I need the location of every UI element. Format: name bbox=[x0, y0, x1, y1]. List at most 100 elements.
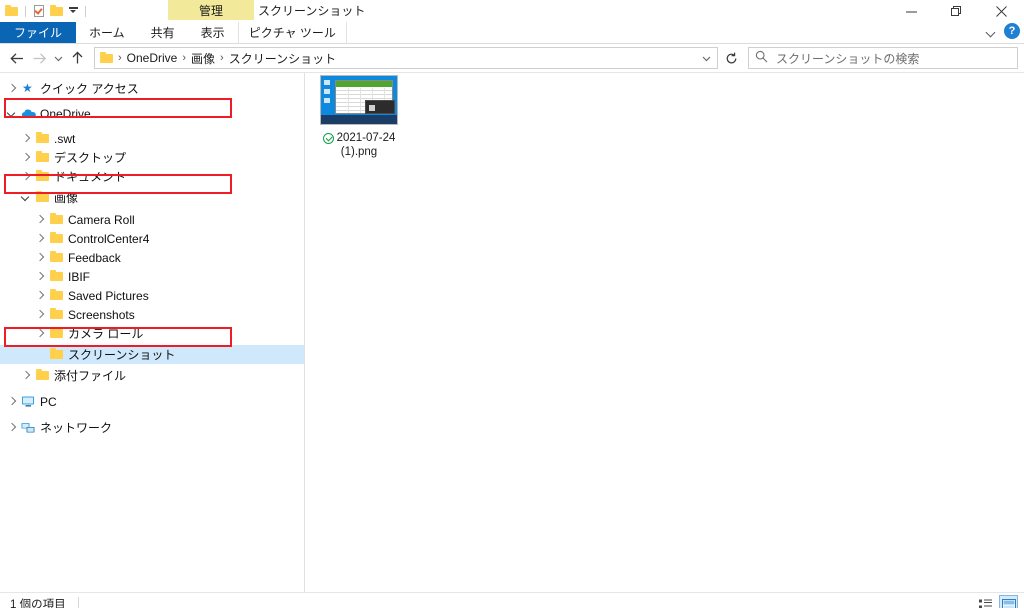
recent-locations-button[interactable] bbox=[50, 47, 66, 69]
sidebar-item-ibif[interactable]: IBIF bbox=[0, 267, 304, 286]
search-input-placeholder[interactable]: スクリーンショットの検索 bbox=[776, 50, 919, 67]
close-button[interactable] bbox=[979, 0, 1024, 22]
folder-icon bbox=[48, 305, 66, 324]
file-list-pane[interactable]: 2021-07-24 (1).png bbox=[305, 73, 1024, 593]
expand-chevron-icon[interactable] bbox=[4, 79, 20, 98]
breadcrumb-separator-0: › bbox=[118, 52, 122, 64]
new-folder-icon[interactable] bbox=[49, 3, 65, 19]
expand-chevron-icon[interactable] bbox=[32, 286, 48, 305]
sidebar-item-screenshots-jp[interactable]: スクリーンショット bbox=[0, 345, 304, 364]
forward-button[interactable] bbox=[28, 47, 50, 69]
sidebar-item-network[interactable]: ネットワーク bbox=[0, 418, 304, 437]
folder-icon bbox=[48, 345, 66, 364]
address-bar[interactable]: › OneDrive › 画像 › スクリーンショット bbox=[94, 47, 718, 69]
cloud-icon bbox=[20, 104, 38, 123]
refresh-button[interactable] bbox=[718, 47, 744, 69]
ribbon-right-controls: ? bbox=[984, 23, 1020, 39]
breadcrumb-pictures[interactable]: 画像 bbox=[188, 50, 218, 67]
window-controls bbox=[889, 0, 1024, 22]
sidebar-item-quick-access[interactable]: ★ クイック アクセス bbox=[0, 79, 304, 98]
address-dropdown-icon[interactable] bbox=[698, 48, 714, 68]
expand-chevron-icon[interactable] bbox=[18, 148, 34, 167]
sidebar-item-label: デスクトップ bbox=[54, 151, 127, 165]
chevron-down-icon[interactable] bbox=[984, 24, 998, 38]
collapse-chevron-icon[interactable] bbox=[18, 188, 34, 207]
star-icon: ★ bbox=[22, 81, 33, 95]
sidebar-item-controlcenter4[interactable]: ControlCenter4 bbox=[0, 229, 304, 248]
file-explorer-window: 管理 スクリーンショット ファイル ホーム 共有 表示 ピクチャ ツール ? ›… bbox=[0, 0, 1024, 608]
sidebar-item-documents[interactable]: ドキュメント bbox=[0, 167, 304, 186]
tab-home[interactable]: ホーム bbox=[76, 22, 138, 43]
collapse-chevron-icon[interactable] bbox=[4, 104, 20, 123]
sidebar-item-pictures[interactable]: 画像 bbox=[0, 188, 304, 207]
quick-access-toolbar bbox=[0, 0, 89, 22]
no-chevron-spacer bbox=[32, 345, 48, 364]
sidebar-item-camera-roll-jp[interactable]: カメラ ロール bbox=[0, 324, 304, 343]
sidebar-item-camera-roll-en[interactable]: Camera Roll bbox=[0, 210, 304, 229]
folder-icon bbox=[34, 148, 52, 167]
properties-icon[interactable] bbox=[31, 3, 47, 19]
minimize-button[interactable] bbox=[889, 0, 934, 22]
expand-chevron-icon[interactable] bbox=[32, 229, 48, 248]
navigation-pane[interactable]: ★ クイック アクセス OneDrive .swt デスクトップ ドキュメント … bbox=[0, 73, 305, 593]
expand-chevron-icon[interactable] bbox=[32, 305, 48, 324]
tab-view[interactable]: 表示 bbox=[188, 22, 238, 43]
pc-icon bbox=[20, 392, 38, 411]
expand-chevron-icon[interactable] bbox=[18, 366, 34, 385]
folder-icon[interactable] bbox=[4, 3, 20, 19]
status-bar: 1 個の項目 bbox=[0, 592, 1024, 608]
expand-chevron-icon[interactable] bbox=[18, 129, 34, 148]
back-button[interactable] bbox=[6, 47, 28, 69]
expand-chevron-icon[interactable] bbox=[4, 418, 20, 437]
expand-chevron-icon[interactable] bbox=[32, 267, 48, 286]
sidebar-item-label: ControlCenter4 bbox=[68, 231, 150, 246]
folder-icon bbox=[48, 324, 66, 343]
up-button[interactable] bbox=[66, 47, 88, 69]
expand-chevron-icon[interactable] bbox=[4, 392, 20, 411]
customize-dropdown-icon[interactable] bbox=[67, 3, 80, 19]
expand-chevron-icon[interactable] bbox=[32, 248, 48, 267]
file-name-line1: 2021-07-24 bbox=[336, 132, 396, 144]
sidebar-item-saved-pictures[interactable]: Saved Pictures bbox=[0, 286, 304, 305]
sidebar-item-attachments[interactable]: 添付ファイル bbox=[0, 366, 304, 385]
folder-icon bbox=[48, 286, 66, 305]
breadcrumb-screenshots[interactable]: スクリーンショット bbox=[226, 50, 339, 67]
folder-icon bbox=[48, 229, 66, 248]
sidebar-item-label: IBIF bbox=[68, 269, 91, 284]
sidebar-item-label: Saved Pictures bbox=[68, 288, 149, 303]
sidebar-item-label: ドキュメント bbox=[54, 170, 127, 184]
tab-file[interactable]: ファイル bbox=[0, 22, 77, 43]
sidebar-item-desktop[interactable]: デスクトップ bbox=[0, 148, 304, 167]
sidebar-item-label: PC bbox=[40, 394, 57, 409]
expand-chevron-icon[interactable] bbox=[32, 324, 48, 343]
maximize-restore-button[interactable] bbox=[934, 0, 979, 22]
sidebar-item-pc[interactable]: PC bbox=[0, 392, 304, 411]
sidebar-item-label: Feedback bbox=[68, 250, 121, 265]
toolbar-divider bbox=[25, 5, 26, 17]
window-title: スクリーンショット bbox=[258, 3, 366, 18]
details-view-button[interactable] bbox=[976, 595, 995, 608]
ribbon-tab-strip: ファイル ホーム 共有 表示 ピクチャ ツール ? bbox=[0, 22, 1024, 43]
sidebar-item-screenshots-en[interactable]: Screenshots bbox=[0, 305, 304, 324]
file-item[interactable]: 2021-07-24 (1).png bbox=[313, 75, 405, 159]
large-icons-view-button[interactable] bbox=[999, 595, 1018, 608]
network-icon bbox=[20, 418, 38, 437]
breadcrumb-onedrive[interactable]: OneDrive bbox=[124, 51, 181, 65]
folder-icon bbox=[34, 129, 52, 148]
help-icon[interactable]: ? bbox=[1004, 23, 1020, 39]
sidebar-item-label: 画像 bbox=[54, 191, 79, 205]
sidebar-item-swt[interactable]: .swt bbox=[0, 129, 304, 148]
search-box[interactable]: スクリーンショットの検索 bbox=[748, 47, 1018, 69]
tab-share[interactable]: 共有 bbox=[138, 22, 188, 43]
expand-chevron-icon[interactable] bbox=[32, 210, 48, 229]
sidebar-item-onedrive[interactable]: OneDrive bbox=[0, 104, 304, 123]
sidebar-item-label: ネットワーク bbox=[40, 421, 113, 435]
tab-picture-tools[interactable]: ピクチャ ツール bbox=[237, 22, 347, 43]
sidebar-item-label: クイック アクセス bbox=[40, 82, 139, 96]
expand-chevron-icon[interactable] bbox=[18, 167, 34, 186]
sidebar-item-label: スクリーンショット bbox=[68, 348, 176, 362]
sidebar-item-label: .swt bbox=[54, 131, 76, 146]
folder-icon bbox=[34, 366, 52, 385]
sidebar-item-feedback[interactable]: Feedback bbox=[0, 248, 304, 267]
sidebar-item-label: OneDrive bbox=[40, 106, 91, 121]
